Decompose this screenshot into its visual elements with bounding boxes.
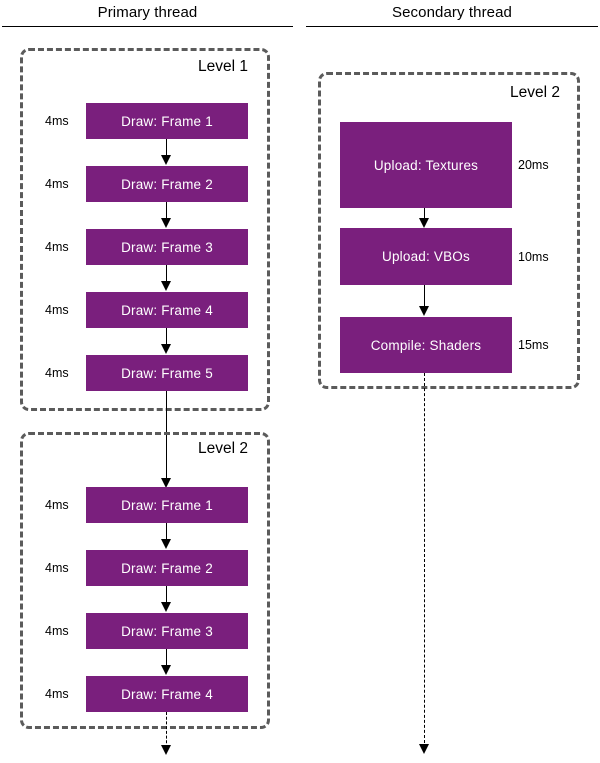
task-box[interactable]: Compile: Shaders — [340, 317, 512, 373]
task-box[interactable]: Draw: Frame 4 — [86, 292, 248, 328]
flow-arrow-head — [161, 344, 171, 354]
duration-label: 4ms — [45, 114, 69, 128]
task-box[interactable]: Draw: Frame 4 — [86, 676, 248, 712]
duration-label: 20ms — [518, 158, 549, 172]
task-box[interactable]: Upload: Textures — [340, 122, 512, 208]
diagram-canvas: Primary thread Secondary thread Level 1 … — [0, 0, 600, 763]
task-box[interactable]: Draw: Frame 1 — [86, 487, 248, 523]
task-box[interactable]: Upload: VBOs — [340, 228, 512, 285]
flow-arrow-head — [161, 665, 171, 675]
task-box[interactable]: Draw: Frame 2 — [86, 550, 248, 586]
duration-label: 4ms — [45, 366, 69, 380]
duration-label: 4ms — [45, 303, 69, 317]
flow-arrow-head — [161, 602, 171, 612]
group-label-primary-level-2: Level 2 — [196, 440, 250, 458]
task-box[interactable]: Draw: Frame 1 — [86, 103, 248, 139]
group-label-primary-level-1: Level 1 — [196, 58, 250, 76]
column-title-primary: Primary thread — [97, 4, 198, 21]
duration-label: 15ms — [518, 338, 549, 352]
continuation-arrow-line — [166, 712, 167, 748]
duration-label: 4ms — [45, 687, 69, 701]
continuation-arrow-line — [424, 373, 425, 748]
flow-arrow-head — [419, 306, 429, 316]
task-box[interactable]: Draw: Frame 5 — [86, 355, 248, 391]
flow-arrow-head — [419, 218, 429, 228]
column-rule-secondary — [306, 26, 598, 27]
task-box[interactable]: Draw: Frame 3 — [86, 229, 248, 265]
duration-label: 4ms — [45, 498, 69, 512]
continuation-arrow-head — [161, 745, 171, 755]
flow-arrow-head — [161, 539, 171, 549]
column-title-secondary: Secondary thread — [391, 4, 512, 21]
duration-label: 10ms — [518, 250, 549, 264]
flow-arrow-head — [161, 218, 171, 228]
group-label-secondary-level-2: Level 2 — [508, 84, 562, 102]
duration-label: 4ms — [45, 177, 69, 191]
task-box[interactable]: Draw: Frame 3 — [86, 613, 248, 649]
task-box[interactable]: Draw: Frame 2 — [86, 166, 248, 202]
column-rule-primary — [2, 26, 293, 27]
duration-label: 4ms — [45, 561, 69, 575]
continuation-arrow-head — [419, 744, 429, 754]
duration-label: 4ms — [45, 624, 69, 638]
duration-label: 4ms — [45, 240, 69, 254]
flow-arrow-head — [161, 155, 171, 165]
flow-arrow-head — [161, 281, 171, 291]
